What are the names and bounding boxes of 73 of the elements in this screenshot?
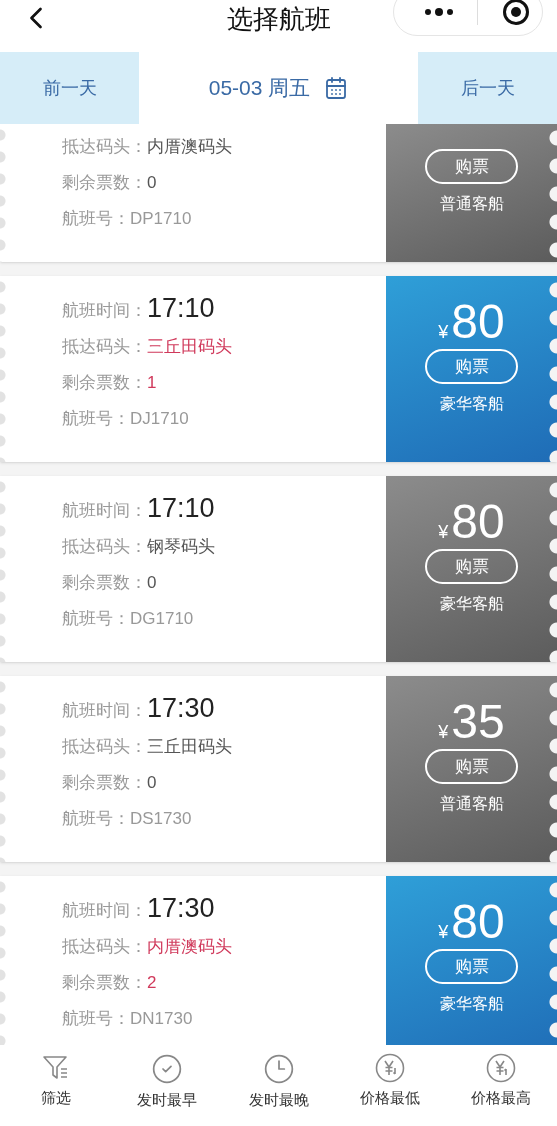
check-circle-icon xyxy=(151,1053,184,1085)
field-label: 剩余票数： xyxy=(62,372,147,394)
field-label: 抵达码头： xyxy=(62,336,147,358)
field-value: 三丘田码头 xyxy=(147,336,232,358)
field-value: 三丘田码头 xyxy=(147,736,232,758)
departure-time: 17:10 xyxy=(147,294,215,322)
previous-day-button[interactable]: 前一天 xyxy=(0,52,139,124)
field-label: 航班时间： xyxy=(62,900,147,922)
buy-button[interactable]: 购票 xyxy=(425,549,518,584)
field-label: 剩余票数： xyxy=(62,172,147,194)
sort-tab[interactable]: 价格最高 xyxy=(445,1045,557,1126)
field-label: 剩余票数： xyxy=(62,972,147,994)
departure-time: 17:10 xyxy=(147,494,215,522)
ticket-card[interactable]: 抵达码头：内厝澳码头 剩余票数：0 航班号：DP1710 购票 普通客船 xyxy=(0,124,557,262)
field-label: 航班号： xyxy=(62,608,130,630)
field-label: 抵达码头： xyxy=(62,736,147,758)
field-value: DG1710 xyxy=(130,608,194,630)
ticket-card[interactable]: 航班时间：17:30 抵达码头：内厝澳码头 剩余票数：2 航班号：DN1730 ¥80 购票 豪华客船 xyxy=(0,876,557,1045)
price: ¥80 xyxy=(438,297,505,347)
field-label: 航班时间： xyxy=(62,300,147,322)
field-label: 航班号： xyxy=(62,208,130,230)
ticket-card[interactable]: 航班时间：17:10 抵达码头：钢琴码头 剩余票数：0 航班号：DG1710 ¥80 购票 豪华客船 xyxy=(0,476,557,662)
sort-tab[interactable]: 价格最低 xyxy=(334,1045,446,1126)
ticket-card[interactable]: 航班时间：17:10 抵达码头：三丘田码头 剩余票数：1 航班号：DJ1710 ¥80 购票 豪华客船 xyxy=(0,276,557,462)
ship-type: 普通客船 xyxy=(439,794,504,814)
field-value: 1 xyxy=(147,372,157,394)
field-value: 2 xyxy=(147,972,157,994)
field-label: 航班时间： xyxy=(62,700,147,722)
more-icon[interactable] xyxy=(424,8,454,16)
ship-type: 豪华客船 xyxy=(439,594,504,614)
calendar-icon[interactable] xyxy=(324,76,349,100)
field-label: 抵达码头： xyxy=(62,136,147,158)
yen-up-icon xyxy=(486,1053,517,1083)
sort-tab[interactable]: 发时最早 xyxy=(111,1045,223,1126)
field-value: DS1730 xyxy=(130,808,192,830)
field-label: 剩余票数： xyxy=(62,572,147,594)
price: ¥80 xyxy=(438,897,505,947)
yen-down-icon xyxy=(374,1053,405,1083)
field-value: 0 xyxy=(147,172,157,194)
departure-time: 17:30 xyxy=(147,894,215,922)
field-value: 内厝澳码头 xyxy=(147,936,232,958)
page-title: 选择航班 xyxy=(226,2,331,36)
target-icon[interactable] xyxy=(502,0,530,26)
field-label: 航班号： xyxy=(62,408,130,430)
ship-type: 豪华客船 xyxy=(439,394,504,414)
departure-time: 17:30 xyxy=(147,694,215,722)
field-value: 0 xyxy=(147,572,157,594)
buy-button[interactable]: 购票 xyxy=(425,749,518,784)
field-label: 抵达码头： xyxy=(62,536,147,558)
buy-button[interactable]: 购票 xyxy=(425,349,518,384)
field-value: DJ1710 xyxy=(130,408,189,430)
clock-icon xyxy=(262,1053,295,1085)
price: ¥80 xyxy=(438,497,505,547)
ticket-card[interactable]: 航班时间：17:30 抵达码头：三丘田码头 剩余票数：0 航班号：DS1730 ¥35 购票 普通客船 xyxy=(0,676,557,862)
next-day-button[interactable]: 后一天 xyxy=(418,52,557,124)
field-value: 内厝澳码头 xyxy=(147,136,232,158)
field-value: 钢琴码头 xyxy=(147,536,215,558)
selected-date[interactable]: 05-03 周五 xyxy=(208,72,311,104)
field-label: 航班号： xyxy=(62,1008,130,1030)
field-label: 抵达码头： xyxy=(62,936,147,958)
sort-tab[interactable]: 筛选 xyxy=(0,1045,112,1126)
price: ¥35 xyxy=(438,697,505,747)
ship-type: 豪华客船 xyxy=(439,994,504,1014)
field-value: 0 xyxy=(147,772,157,794)
field-label: 剩余票数： xyxy=(62,772,147,794)
field-value: DP1710 xyxy=(130,208,192,230)
sort-tab[interactable]: 发时最晚 xyxy=(222,1045,335,1126)
field-value: DN1730 xyxy=(130,1008,193,1030)
field-label: 航班号： xyxy=(62,808,130,830)
field-label: 航班时间： xyxy=(62,500,147,522)
buy-button[interactable]: 购票 xyxy=(425,149,518,184)
ship-type: 普通客船 xyxy=(439,194,504,214)
buy-button[interactable]: 购票 xyxy=(425,949,518,984)
